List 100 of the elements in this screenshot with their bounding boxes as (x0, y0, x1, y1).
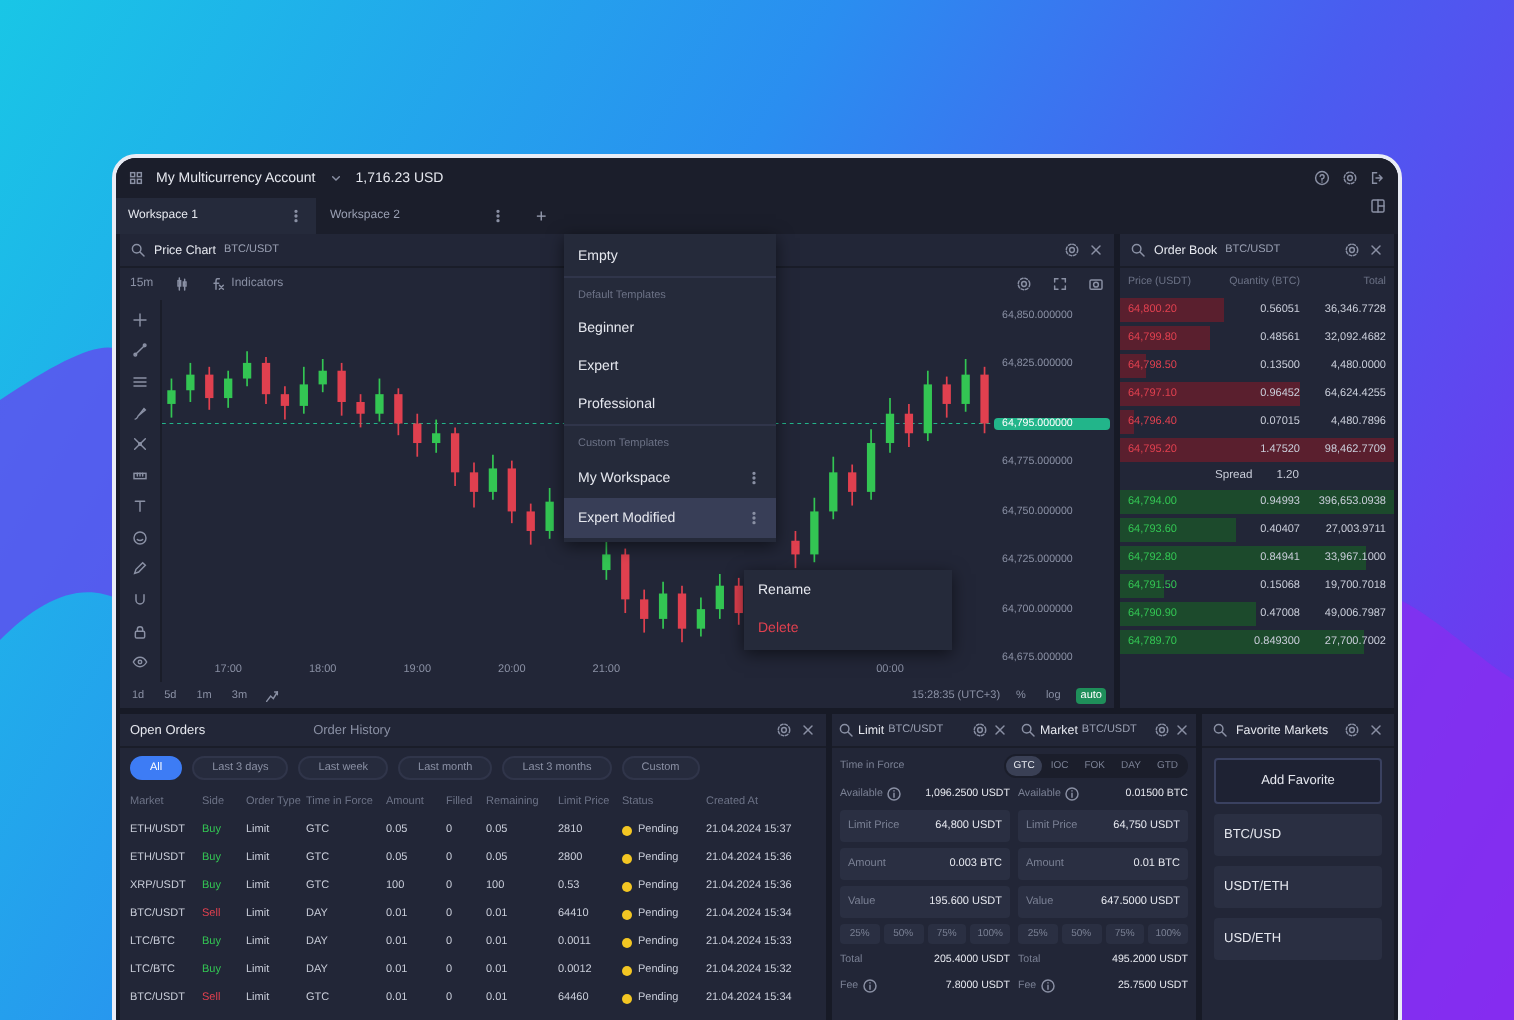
smile-icon[interactable] (132, 529, 148, 546)
candle (242, 350, 252, 388)
grid-icon[interactable] (128, 170, 144, 186)
candle (526, 502, 535, 546)
info-icon (1064, 786, 1081, 802)
candle (450, 426, 460, 487)
settings-icon[interactable] (1342, 170, 1358, 186)
add-tab-button[interactable]: + (520, 198, 563, 234)
candle (904, 403, 914, 448)
depth-bar (1120, 602, 1256, 626)
candle (394, 387, 403, 437)
search-icon[interactable] (1212, 722, 1228, 738)
close-icon[interactable] (1368, 722, 1385, 738)
pattern-icon[interactable] (132, 436, 148, 453)
candle (356, 393, 365, 429)
candle (602, 539, 611, 581)
eye-icon[interactable] (132, 654, 148, 671)
candle (280, 385, 290, 421)
candle (545, 487, 554, 540)
search-icon[interactable] (130, 242, 146, 258)
caret-icon[interactable] (327, 170, 344, 186)
pending-icon (622, 965, 632, 975)
info-icon (886, 786, 903, 802)
settings-icon[interactable] (1016, 276, 1032, 292)
close-icon[interactable] (992, 722, 1008, 738)
kebab-icon[interactable] (490, 208, 506, 224)
brush-icon[interactable] (132, 405, 148, 422)
candle (621, 547, 630, 614)
lines-icon[interactable] (132, 373, 148, 390)
pending-icon (622, 937, 632, 947)
settings-icon[interactable] (776, 722, 792, 738)
fullscreen-icon[interactable] (1052, 276, 1068, 292)
candle (923, 369, 932, 442)
trend-line-icon[interactable] (132, 342, 148, 359)
pending-icon (622, 825, 632, 835)
depth-bar (1120, 298, 1225, 322)
pending-icon (622, 881, 632, 891)
compare-icon[interactable] (263, 687, 280, 703)
text-icon[interactable] (132, 498, 148, 515)
candle (829, 455, 838, 521)
candle-icon[interactable] (173, 276, 190, 292)
candle (337, 362, 346, 417)
candle (715, 573, 724, 620)
candle (413, 412, 422, 458)
depth-bar (1120, 518, 1237, 542)
kebab-icon[interactable] (746, 510, 762, 526)
close-icon[interactable] (1174, 722, 1190, 738)
candle (186, 362, 195, 403)
candle (432, 418, 441, 454)
logout-icon[interactable] (1370, 170, 1386, 186)
indicators-icon[interactable] (209, 276, 226, 292)
candle (980, 365, 989, 435)
kebab-icon[interactable] (288, 208, 304, 224)
candle (205, 365, 214, 411)
settings-icon[interactable] (1344, 722, 1361, 738)
kebab-icon[interactable] (746, 470, 762, 486)
settings-icon[interactable] (972, 722, 988, 738)
pending-icon (622, 993, 632, 1003)
candle (885, 397, 895, 454)
candle (696, 596, 706, 638)
candle (866, 428, 876, 501)
settings-icon[interactable] (1154, 722, 1170, 738)
search-icon[interactable] (1020, 722, 1036, 738)
candle (791, 530, 800, 569)
candle (318, 358, 327, 394)
candle (848, 463, 857, 507)
search-icon[interactable] (838, 722, 854, 738)
candle (810, 496, 819, 564)
candle (469, 461, 479, 509)
settings-icon[interactable] (1344, 242, 1360, 258)
candle (677, 584, 687, 644)
candle (734, 577, 743, 626)
pending-icon (622, 909, 632, 919)
candle (640, 588, 649, 634)
candle (375, 377, 384, 423)
lock-icon[interactable] (132, 623, 148, 640)
help-icon[interactable] (1314, 170, 1330, 186)
search-icon[interactable] (1130, 242, 1146, 258)
close-icon[interactable] (1368, 242, 1384, 258)
candle (942, 375, 951, 419)
depth-bar (1120, 326, 1211, 350)
layout-icon[interactable] (1370, 198, 1386, 214)
crosshair-icon[interactable] (132, 311, 148, 328)
close-icon[interactable] (800, 722, 816, 738)
candle (224, 369, 233, 409)
pending-icon (622, 853, 632, 863)
candle (507, 459, 516, 524)
candle (299, 365, 308, 415)
pencil-icon[interactable] (132, 560, 148, 577)
info-icon (862, 978, 879, 994)
camera-icon[interactable] (1088, 276, 1104, 292)
info-icon (1040, 978, 1057, 994)
candle (261, 356, 271, 405)
close-icon[interactable] (1088, 242, 1104, 258)
candle (488, 453, 498, 501)
candle (167, 377, 176, 419)
magnet-icon[interactable] (132, 591, 148, 608)
ruler-icon[interactable] (132, 467, 148, 484)
candle (658, 580, 668, 630)
settings-icon[interactable] (1064, 242, 1080, 258)
